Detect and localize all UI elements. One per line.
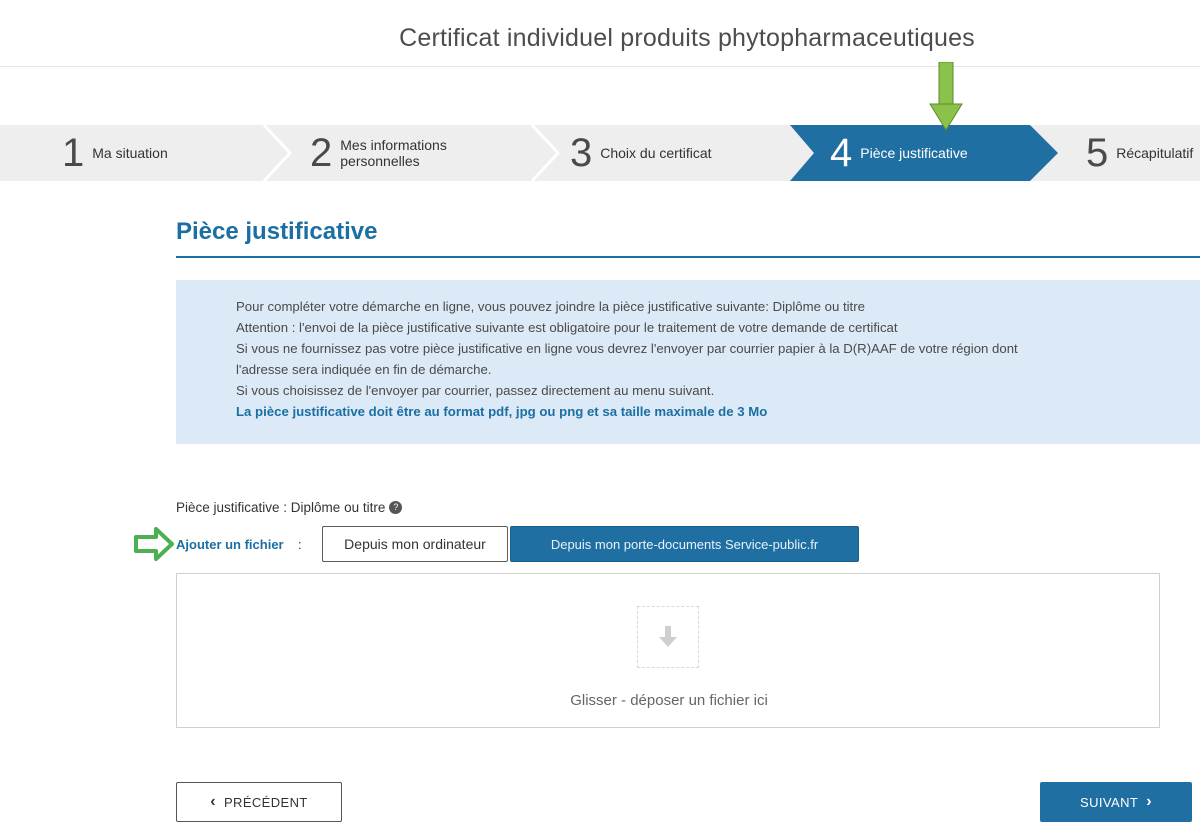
file-dropzone[interactable]: Glisser - déposer un fichier ici (176, 573, 1160, 728)
step-4-active[interactable]: 4 Pièce justificative (830, 125, 968, 181)
step-separator (262, 125, 292, 181)
step-number: 3 (570, 131, 593, 175)
step-1[interactable]: 1 Ma situation (62, 125, 168, 181)
step-label: Récapitulatif (1116, 145, 1194, 161)
section-underline (176, 256, 1200, 258)
add-file-label: Ajouter un fichier (176, 537, 284, 552)
section-title: Pièce justificative (176, 218, 378, 245)
step-label-line2: personnelles (340, 153, 420, 169)
info-line: Attention : l'envoi de la pièce justific… (236, 320, 898, 335)
step-number: 2 (310, 131, 333, 175)
step-label-line1: Mes informations (340, 137, 447, 153)
dropzone-text: Glisser - déposer un fichier ici (570, 692, 768, 709)
step-number: 1 (62, 131, 85, 175)
annotation-right-arrow-icon (134, 527, 174, 561)
step-label: Mes informations personnelles (340, 137, 447, 169)
step-separator (530, 125, 560, 181)
page-header-title: Certificat individuel produits phytophar… (399, 24, 975, 52)
upload-from-computer-button[interactable]: Depuis mon ordinateur (322, 526, 508, 562)
header-divider (0, 66, 1200, 67)
download-arrow-icon (637, 606, 699, 668)
info-format-requirement: La pièce justificative doit être au form… (236, 404, 768, 419)
step-3[interactable]: 3 Choix du certificat (570, 125, 712, 181)
step-label: Pièce justificative (860, 145, 968, 161)
add-file-colon: : (298, 537, 302, 552)
step-label: Choix du certificat (600, 145, 712, 161)
step-number: 4 (830, 131, 853, 175)
info-panel: Pour compléter votre démarche en ligne, … (176, 280, 1200, 444)
step-number: 5 (1086, 131, 1109, 175)
step-5[interactable]: 5 Récapitulatif (1086, 125, 1193, 181)
info-line: Si vous ne fournissez pas votre pièce ju… (236, 341, 1018, 356)
document-field-label-text: Pièce justificative : Diplôme ou titre (176, 500, 386, 515)
step-label: Ma situation (92, 145, 168, 161)
info-line: Pour compléter votre démarche en ligne, … (236, 299, 865, 314)
previous-button-label: PRÉCÉDENT (223, 794, 308, 810)
progress-stepper: 1 Ma situation 2 Mes informations person… (0, 125, 1200, 181)
annotation-down-arrow-icon (929, 62, 963, 131)
step-2[interactable]: 2 Mes informations personnelles (310, 125, 447, 181)
chevron-left-icon: ‹ (210, 793, 216, 810)
next-button[interactable]: SUIVANT › (1040, 782, 1192, 822)
chevron-right-icon: › (1146, 793, 1152, 810)
info-line: Si vous choisissez de l'envoyer par cour… (236, 383, 715, 398)
document-field-label: Pièce justificative : Diplôme ou titre ? (176, 500, 403, 515)
next-button-label: SUIVANT (1080, 794, 1139, 810)
question-icon[interactable]: ? (389, 501, 403, 514)
upload-from-service-public-button[interactable]: Depuis mon porte-documents Service-publi… (510, 526, 859, 562)
info-line: l'adresse sera indiquée en fin de démarc… (236, 362, 492, 377)
previous-button[interactable]: ‹ PRÉCÉDENT (176, 782, 342, 822)
